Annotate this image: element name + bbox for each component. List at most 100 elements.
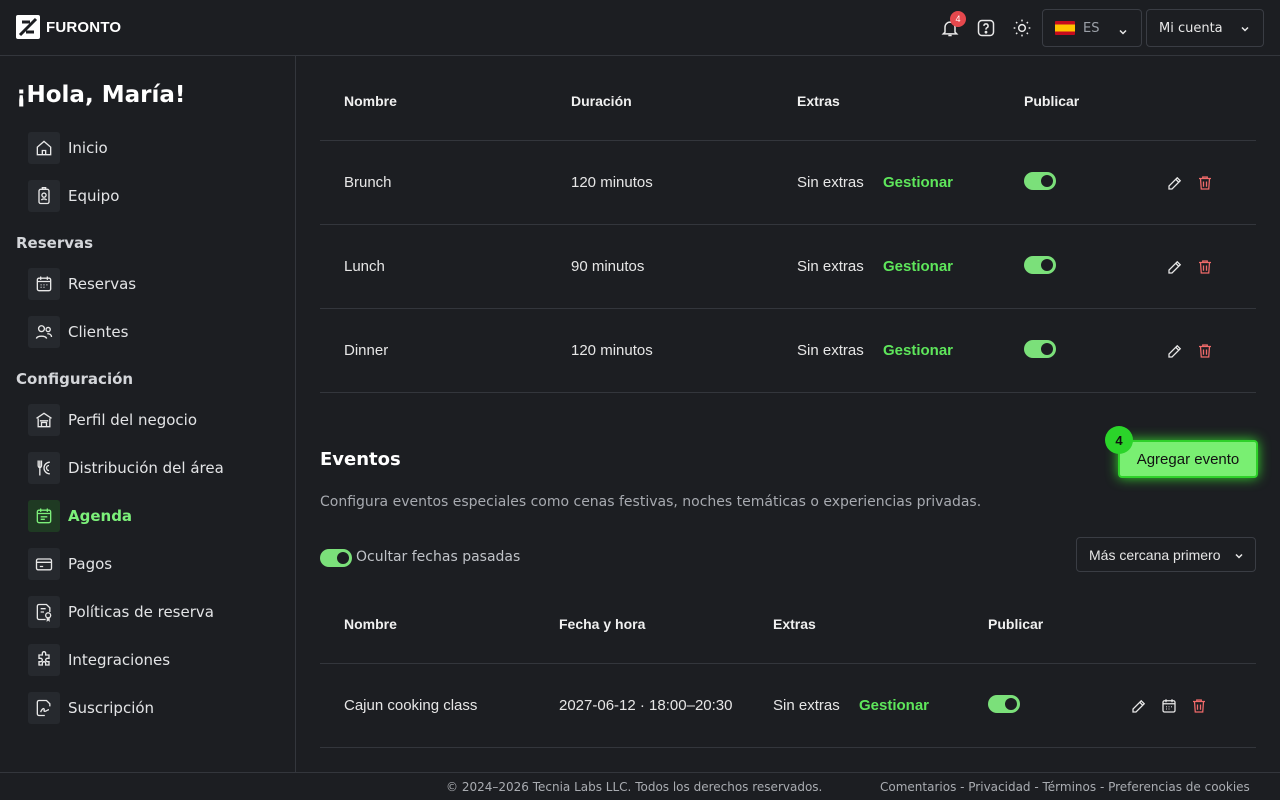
sidebar-item-politicas-reserva[interactable]: Políticas de reserva: [28, 596, 214, 628]
theme-sun-icon[interactable]: [1010, 16, 1034, 40]
puzzle-icon: [28, 644, 60, 676]
language-select[interactable]: ES: [1042, 9, 1142, 47]
hide-past-dates-toggle[interactable]: [320, 549, 352, 567]
sidebar-item-label: Reservas: [68, 275, 137, 293]
table-row: Dinner 120 minutos Sin extras Gestionar: [320, 309, 1256, 393]
delete-trash-icon[interactable]: [1196, 342, 1214, 360]
section-title-configuracion: Configuración: [16, 370, 134, 388]
sidebar-item-label: Agenda: [68, 507, 133, 525]
spain-flag-icon: [1055, 21, 1075, 35]
copyright-text: © 2024–2026 Tecnia Labs LLC. Todos los d…: [446, 780, 823, 794]
sidebar-item-label: Inicio: [68, 139, 108, 157]
language-code: ES: [1083, 20, 1100, 36]
edit-pencil-icon[interactable]: [1166, 258, 1184, 276]
account-label: Mi cuenta: [1159, 20, 1223, 36]
sidebar-item-label: Distribución del área: [68, 459, 224, 477]
delete-trash-icon[interactable]: [1196, 174, 1214, 192]
policy-icon: [28, 596, 60, 628]
card-icon: [28, 548, 60, 580]
manage-extras-link[interactable]: Gestionar: [883, 258, 953, 275]
events-table-header: Nombre Fecha y hora Extras Publicar: [320, 586, 1256, 664]
publish-toggle[interactable]: [988, 695, 1020, 713]
logo[interactable]: FURONTO: [16, 15, 121, 39]
calendar-icon[interactable]: [1160, 697, 1178, 715]
badge-icon: [28, 180, 60, 212]
greeting: ¡Hola, María!: [16, 82, 186, 108]
sidebar-item-label: Políticas de reserva: [68, 603, 214, 621]
sidebar-item-perfil-negocio[interactable]: Perfil del negocio: [28, 404, 197, 436]
edit-pencil-icon[interactable]: [1166, 174, 1184, 192]
column-header-fecha-hora: Fecha y hora: [559, 616, 646, 632]
store-icon: [28, 404, 60, 436]
users-icon: [28, 316, 60, 348]
sidebar-item-label: Perfil del negocio: [68, 411, 198, 429]
delete-trash-icon[interactable]: [1190, 697, 1208, 715]
main-content: Nombre Duración Extras Publicar Brunch 1…: [296, 56, 1280, 772]
edit-pencil-icon[interactable]: [1166, 342, 1184, 360]
events-section-title: Eventos: [320, 449, 401, 470]
service-name: Dinner: [344, 342, 389, 359]
chevron-down-icon: [1233, 549, 1245, 565]
footer-links[interactable]: Comentarios - Privacidad - Términos - Pr…: [880, 780, 1250, 794]
publish-toggle[interactable]: [1024, 172, 1056, 190]
service-extras: Sin extras: [797, 174, 864, 191]
services-table-header: Nombre Duración Extras Publicar: [320, 56, 1256, 141]
publish-toggle[interactable]: [1024, 256, 1056, 274]
brand-name: FURONTO: [46, 18, 122, 36]
sidebar-item-pagos[interactable]: Pagos: [28, 548, 112, 580]
hide-past-dates-label: Ocultar fechas pasadas: [356, 549, 521, 565]
section-title-reservas: Reservas: [16, 234, 94, 252]
service-duration: 120 minutos: [571, 342, 653, 359]
sidebar-item-suscripcion[interactable]: Suscripción: [28, 692, 154, 724]
column-header-duracion: Duración: [571, 93, 632, 109]
manage-extras-link[interactable]: Gestionar: [859, 697, 929, 714]
sort-selected-value: Más cercana primero: [1089, 546, 1221, 563]
sidebar-item-label: Pagos: [68, 555, 113, 573]
column-header-nombre: Nombre: [344, 616, 397, 632]
service-extras: Sin extras: [797, 258, 864, 275]
home-icon: [28, 132, 60, 164]
table-row: Lunch 90 minutos Sin extras Gestionar: [320, 225, 1256, 309]
schedule-icon: [28, 500, 60, 532]
delete-trash-icon[interactable]: [1196, 258, 1214, 276]
service-duration: 90 minutos: [571, 258, 645, 275]
add-event-button[interactable]: Agregar evento: [1118, 440, 1258, 478]
sidebar-item-inicio[interactable]: Inicio: [28, 132, 108, 164]
sidebar-item-agenda[interactable]: Agenda: [28, 500, 132, 532]
column-header-nombre: Nombre: [344, 93, 397, 109]
sidebar-item-label: Equipo: [68, 187, 120, 205]
manage-extras-link[interactable]: Gestionar: [883, 342, 953, 359]
column-header-extras: Extras: [773, 616, 816, 632]
manage-extras-link[interactable]: Gestionar: [883, 174, 953, 191]
sidebar-item-equipo[interactable]: Equipo: [28, 180, 119, 212]
service-name: Brunch: [344, 174, 392, 191]
service-duration: 120 minutos: [571, 174, 653, 191]
sidebar-item-label: Integraciones: [68, 651, 171, 669]
edit-pencil-icon[interactable]: [1130, 697, 1148, 715]
sidebar-item-reservas[interactable]: Reservas: [28, 268, 136, 300]
notification-count-badge: 4: [950, 11, 966, 27]
calendar-icon: [28, 268, 60, 300]
event-extras: Sin extras: [773, 697, 840, 714]
table-row: Brunch 120 minutos Sin extras Gestionar: [320, 141, 1256, 225]
sidebar-item-clientes[interactable]: Clientes: [28, 316, 128, 348]
column-header-extras: Extras: [797, 93, 840, 109]
utensils-icon: [28, 452, 60, 484]
publish-toggle[interactable]: [1024, 340, 1056, 358]
footer: © 2024–2026 Tecnia Labs LLC. Todos los d…: [0, 772, 1280, 800]
column-header-publicar: Publicar: [1024, 93, 1080, 109]
chevron-down-icon: [1239, 23, 1251, 39]
sidebar-item-label: Clientes: [68, 323, 129, 341]
account-menu-button[interactable]: Mi cuenta: [1146, 9, 1264, 47]
service-extras: Sin extras: [797, 342, 864, 359]
sidebar-item-integraciones[interactable]: Integraciones: [28, 644, 170, 676]
sort-select[interactable]: Más cercana primero: [1076, 537, 1256, 572]
chevron-down-icon: [1117, 23, 1129, 42]
logo-icon: [16, 15, 40, 39]
top-bar: FURONTO 4 ES Mi cuenta: [0, 0, 1280, 56]
help-icon[interactable]: [974, 16, 998, 40]
event-name: Cajun cooking class: [344, 697, 478, 714]
sidebar-item-distribucion-area[interactable]: Distribución del área: [28, 452, 224, 484]
step-indicator-badge: 4: [1105, 426, 1133, 454]
signature-icon: [28, 692, 60, 724]
